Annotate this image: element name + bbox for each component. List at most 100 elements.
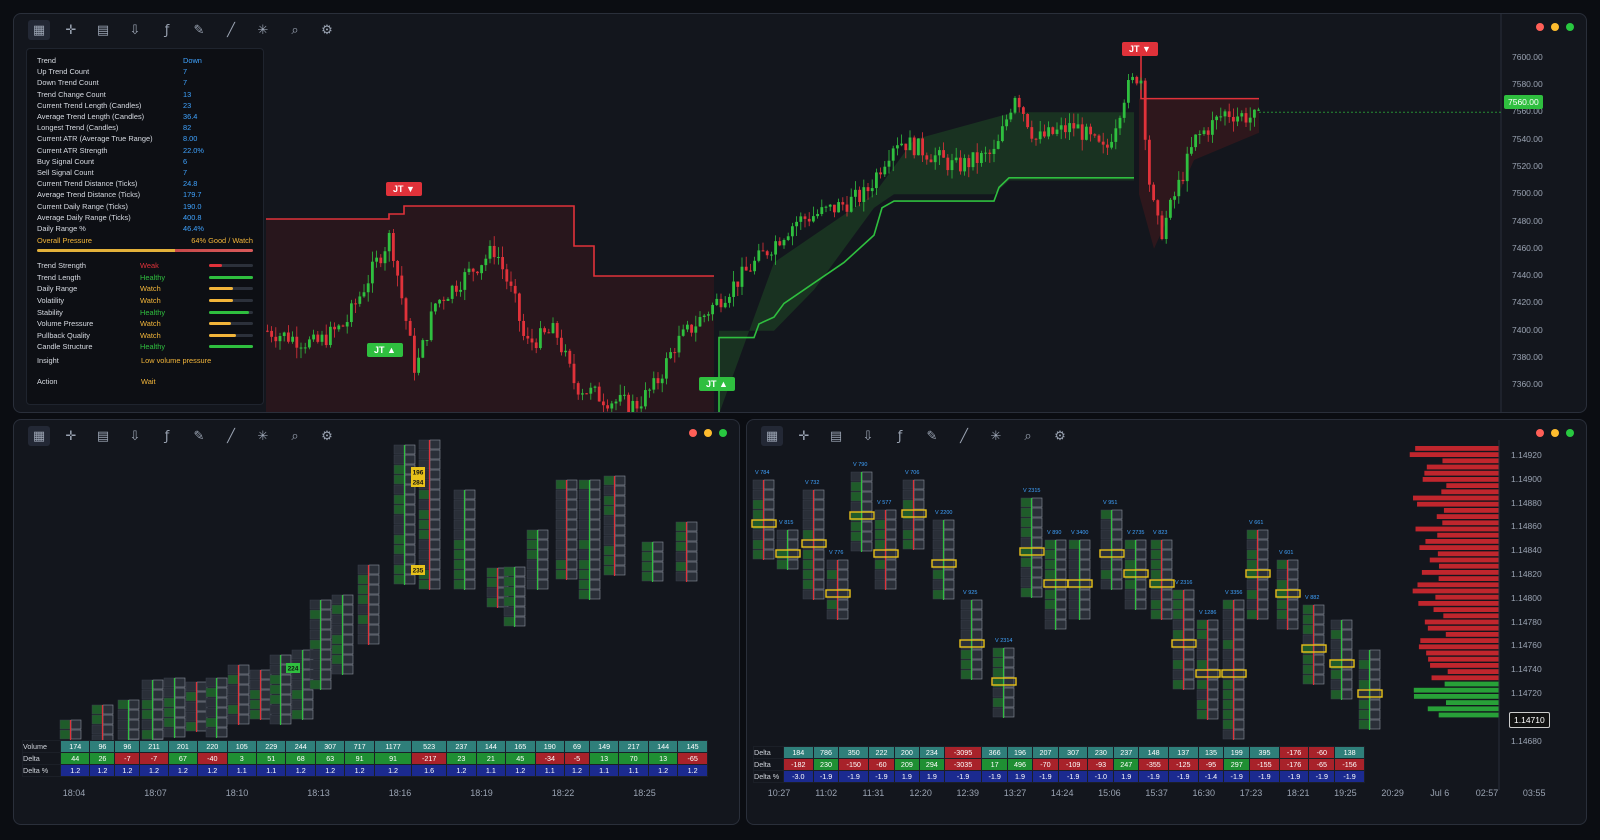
footprint-bid-cell bbox=[776, 529, 788, 540]
insight-row: Insight Low volume pressure bbox=[37, 355, 253, 367]
close-icon[interactable] bbox=[689, 429, 697, 437]
crosshair-icon[interactable]: ✛ bbox=[60, 426, 82, 446]
candle-body bbox=[665, 358, 668, 379]
footprint-ask-cell bbox=[1233, 679, 1245, 690]
candle-body bbox=[1160, 215, 1164, 240]
download-icon[interactable]: ⇩ bbox=[124, 426, 146, 446]
crosshair-icon[interactable]: ✛ bbox=[793, 426, 815, 446]
indicator-icon[interactable]: ƒ bbox=[889, 426, 911, 446]
line-icon[interactable]: ╱ bbox=[220, 20, 242, 40]
zoom-icon[interactable]: ⌕ bbox=[284, 20, 306, 40]
settings-icon[interactable]: ⚙ bbox=[316, 20, 338, 40]
maximize-icon[interactable] bbox=[1566, 429, 1574, 437]
footprint-ask-cell bbox=[464, 569, 476, 580]
summary-cell: 366 bbox=[981, 746, 1009, 759]
footprint-ask-cell bbox=[813, 509, 825, 520]
footprint-bid-cell bbox=[291, 689, 303, 700]
footprint-bid-cell bbox=[227, 684, 239, 695]
indicator-icon[interactable]: ƒ bbox=[156, 426, 178, 446]
footprint-bid-cell bbox=[1020, 527, 1032, 538]
footprint-ask-cell bbox=[1287, 619, 1299, 630]
settings-icon[interactable]: ⚙ bbox=[316, 426, 338, 446]
maximize-icon[interactable] bbox=[1566, 23, 1574, 31]
crosshair-icon[interactable]: ✛ bbox=[60, 20, 82, 40]
draw-icon[interactable]: ✎ bbox=[188, 426, 210, 446]
minimize-icon[interactable] bbox=[1551, 23, 1559, 31]
summary-cell: 1.2 bbox=[114, 764, 141, 777]
price-chart-panel[interactable]: ▦ ✛ ▤ ⇩ ƒ ✎ ╱ ✳ ⌕ ⚙ JT ▼ JT ▲ JT ▲ JT ▼ Trend Down Up … bbox=[13, 13, 1587, 413]
footprint-bid-cell bbox=[1068, 599, 1080, 610]
magnet-icon[interactable]: ✳ bbox=[252, 426, 274, 446]
draw-icon[interactable]: ✎ bbox=[921, 426, 943, 446]
candle-body bbox=[1232, 116, 1235, 122]
minimize-icon[interactable] bbox=[1551, 429, 1559, 437]
candle-body bbox=[887, 160, 891, 167]
settings-icon[interactable]: ⚙ bbox=[1049, 426, 1071, 446]
indicator-icon[interactable]: ƒ bbox=[156, 20, 178, 40]
footprint-bid-cell bbox=[802, 589, 814, 600]
download-icon[interactable]: ⇩ bbox=[124, 20, 146, 40]
footprint-bid-cell bbox=[1246, 549, 1258, 560]
layout-icon[interactable]: ▦ bbox=[28, 426, 50, 446]
summary-cell: 201 bbox=[167, 740, 199, 753]
footprint-bid-cell bbox=[291, 679, 303, 690]
footprint-bid-cell bbox=[850, 491, 862, 502]
footprint-ask-cell bbox=[885, 529, 897, 540]
zoom-icon[interactable]: ⌕ bbox=[1017, 426, 1039, 446]
time-label: 20:29 bbox=[1381, 788, 1404, 798]
footprint-ask-cell bbox=[1207, 689, 1219, 700]
line-icon[interactable]: ╱ bbox=[953, 426, 975, 446]
zoom-icon[interactable]: ⌕ bbox=[284, 426, 306, 446]
footprint-ask-cell bbox=[589, 569, 601, 580]
footprint-bid-cell bbox=[776, 539, 788, 550]
footprint-ask-cell bbox=[1233, 619, 1245, 630]
footprint-bid-cell bbox=[992, 657, 1004, 668]
footprint-ask-cell bbox=[813, 549, 825, 560]
footprint-ask-cell bbox=[1207, 619, 1219, 630]
footprint-bid-cell bbox=[850, 501, 862, 512]
footprint-panel-right[interactable]: ▦ ✛ ▤ ⇩ ƒ ✎ ╱ ✳ ⌕ ⚙ V 784 V 815 V 732 V 776 V 790 V 57… bbox=[746, 419, 1587, 825]
stat-row: Daily Range % 46.4% bbox=[37, 223, 253, 234]
magnet-icon[interactable]: ✳ bbox=[252, 20, 274, 40]
summary-cell: 211 bbox=[139, 740, 169, 753]
footprint-ask-cell bbox=[971, 619, 983, 630]
footprint-ask-cell bbox=[1369, 649, 1381, 660]
layout-icon[interactable]: ▦ bbox=[28, 20, 50, 40]
download-icon[interactable]: ⇩ bbox=[857, 426, 879, 446]
footprint-ask-cell bbox=[971, 609, 983, 620]
footprint-ask-cell bbox=[429, 479, 441, 490]
summary-cell: -156 bbox=[1334, 758, 1365, 771]
candle-body bbox=[1038, 131, 1042, 140]
volume-profile-bar bbox=[1446, 483, 1499, 488]
maximize-icon[interactable] bbox=[719, 429, 727, 437]
close-icon[interactable] bbox=[1536, 429, 1544, 437]
footprint-bid-cell bbox=[291, 649, 303, 660]
footprint-ask-cell bbox=[614, 505, 626, 516]
candle-body bbox=[1118, 117, 1122, 129]
candle-body bbox=[639, 406, 643, 409]
footprint-ask-cell bbox=[368, 624, 380, 635]
volume-label: V 925 bbox=[963, 590, 977, 596]
candle-body bbox=[1257, 109, 1260, 111]
minimize-icon[interactable] bbox=[704, 429, 712, 437]
footprint-ask-cell bbox=[280, 694, 292, 705]
footprint-bid-cell bbox=[603, 535, 615, 546]
footprint-ask-cell bbox=[1369, 699, 1381, 710]
summary-cell: -1.9 bbox=[868, 770, 895, 783]
candle-body bbox=[782, 239, 786, 246]
footprint-ask-cell bbox=[514, 566, 526, 577]
footprint-bid-cell bbox=[603, 545, 615, 556]
footprint-ask-cell bbox=[174, 697, 186, 708]
draw-icon[interactable]: ✎ bbox=[188, 20, 210, 40]
close-icon[interactable] bbox=[1536, 23, 1544, 31]
footprint-ask-cell bbox=[1031, 577, 1043, 588]
footprint-panel-left[interactable]: ▦ ✛ ▤ ⇩ ƒ ✎ ╱ ✳ ⌕ ⚙ 196 284 235 224 Volume 174 96 96 211… bbox=[13, 419, 740, 825]
magnet-icon[interactable]: ✳ bbox=[985, 426, 1007, 446]
template-icon[interactable]: ▤ bbox=[92, 20, 114, 40]
line-icon[interactable]: ╱ bbox=[220, 426, 242, 446]
layout-icon[interactable]: ▦ bbox=[761, 426, 783, 446]
volume-label: V 577 bbox=[877, 500, 891, 506]
template-icon[interactable]: ▤ bbox=[92, 426, 114, 446]
template-icon[interactable]: ▤ bbox=[825, 426, 847, 446]
footprint-bid-cell bbox=[992, 697, 1004, 708]
